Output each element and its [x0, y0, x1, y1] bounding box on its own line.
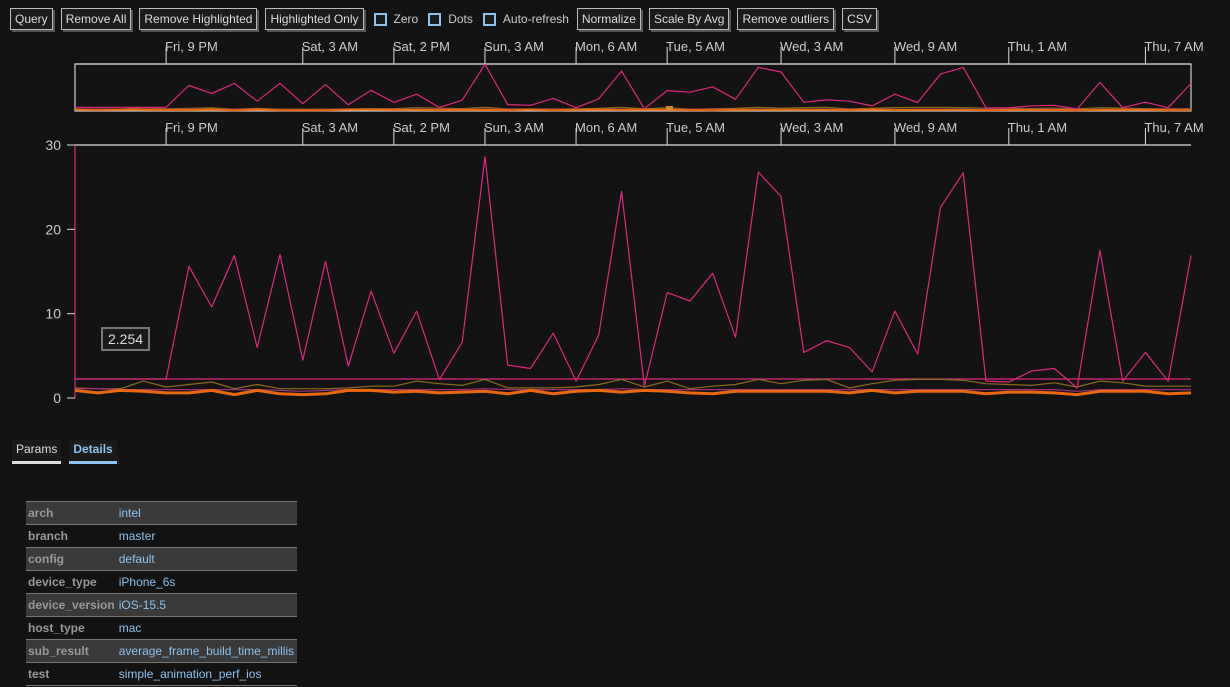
details-row: host_type mac	[26, 616, 298, 640]
series-line-highlighted[interactable]	[75, 63, 1192, 110]
detail-key: device_version	[28, 598, 115, 612]
y-tick-label: 10	[45, 306, 61, 322]
detail-value: master	[118, 529, 156, 543]
x-tick-label: Wed, 9 AM	[894, 120, 957, 135]
y-tick-label: 20	[45, 221, 61, 237]
details-row: branch master	[26, 524, 298, 548]
x-tick-label: Tue, 5 AM	[666, 120, 725, 135]
detail-value: default	[118, 552, 155, 566]
x-tick-label: Sun, 3 AM	[484, 39, 544, 54]
main-chart[interactable]: Fri, 9 PM Sat, 3 AM Sat, 2 PM Sun, 3 AM Mon,…	[0, 115, 1230, 535]
y-tick-label: 30	[45, 137, 61, 153]
tabs: Params Details	[12, 440, 117, 464]
x-tick-label: Thu, 1 AM	[1008, 120, 1067, 135]
detail-key: device_type	[28, 575, 97, 589]
x-tick-label: Sat, 2 PM	[393, 39, 450, 54]
detail-value: average_frame_build_time_millis	[118, 644, 295, 658]
x-tick-label: Mon, 6 AM	[575, 120, 637, 135]
x-tick-label: Sat, 2 PM	[393, 120, 450, 135]
x-tick-label: Fri, 9 PM	[165, 39, 218, 54]
details-row: sub_result average_frame_build_time_milli…	[26, 639, 298, 663]
series-line-highlighted[interactable]	[75, 156, 1192, 389]
detail-key: branch	[28, 529, 69, 543]
overview-chart[interactable]: Fri, 9 PM Sat, 3 AM Sat, 2 PM Sun, 3 AM Mon,…	[0, 0, 1230, 120]
x-tick-label: Tue, 5 AM	[666, 39, 725, 54]
x-tick-label: Fri, 9 PM	[165, 120, 218, 135]
overview-marker	[666, 106, 673, 110]
detail-key: arch	[28, 506, 54, 520]
x-tick-label: Wed, 9 AM	[894, 39, 957, 54]
series-line-orange[interactable]	[74, 388, 1192, 397]
overview-frame	[74, 63, 1192, 112]
x-tick-label: Mon, 6 AM	[575, 39, 637, 54]
detail-value: iPhone_6s	[118, 575, 176, 589]
x-tick-label: Thu, 7 AM	[1144, 120, 1203, 135]
detail-key: host_type	[28, 621, 85, 635]
details-row: device_type iPhone_6s	[26, 570, 298, 594]
tab-params[interactable]: Params	[12, 440, 62, 464]
detail-key: test	[28, 667, 50, 681]
x-tick-label: Wed, 3 AM	[780, 120, 843, 135]
x-tick-label: Sun, 3 AM	[484, 120, 544, 135]
series-line-olive[interactable]	[74, 378, 1191, 390]
detail-key: config	[28, 552, 64, 566]
x-tick-label: Thu, 1 AM	[1008, 39, 1067, 54]
details-row: config default	[26, 547, 298, 571]
details-table: arch intel branch master config default device…	[26, 501, 298, 686]
y-tick-label: 0	[53, 390, 61, 406]
detail-value: simple_animation_perf_ios	[118, 667, 262, 681]
detail-key: sub_result	[28, 644, 89, 658]
x-tick-label: Wed, 3 AM	[780, 39, 843, 54]
x-tick-label: Sat, 3 AM	[302, 39, 358, 54]
value-tooltip: 2.254	[101, 327, 151, 351]
details-row: test simple_animation_perf_ios	[26, 662, 298, 686]
series-line-orange[interactable]	[74, 108, 1192, 112]
x-tick-label: Thu, 7 AM	[1144, 39, 1203, 54]
detail-value: intel	[118, 506, 141, 520]
tab-details[interactable]: Details	[69, 440, 117, 464]
details-row: arch intel	[26, 501, 298, 525]
details-row: device_version iOS-15.5	[26, 593, 298, 617]
x-tick-label: Sat, 3 AM	[302, 120, 358, 135]
detail-value: mac	[118, 621, 142, 635]
detail-value: iOS-15.5	[118, 598, 167, 612]
